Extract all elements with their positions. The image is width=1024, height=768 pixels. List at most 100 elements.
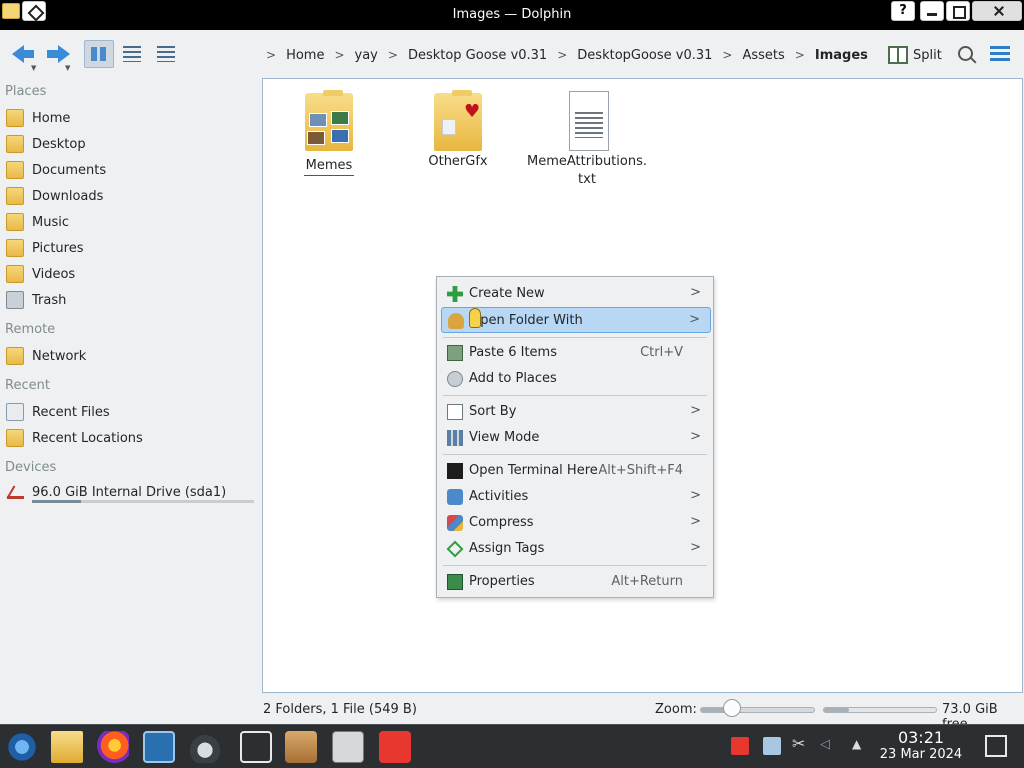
menu-item-label: Add to Places xyxy=(469,371,557,386)
breadcrumb-separator[interactable]: > xyxy=(384,48,408,62)
zoom-slider[interactable] xyxy=(700,707,815,713)
status-bar: 2 Folders, 1 File (549 B) Zoom: 73.0 GiB… xyxy=(0,697,1024,732)
menu-item-label: Create New xyxy=(469,286,545,301)
split-view-icon xyxy=(888,46,908,64)
sidebar-item-music[interactable]: Music xyxy=(6,211,254,233)
sidebar-item-trash[interactable]: Trash xyxy=(6,289,254,311)
sidebar-item-network[interactable]: Network xyxy=(6,345,254,367)
menu-item-paste[interactable]: Paste 6 Items Ctrl+V xyxy=(441,340,711,366)
sidebar-item-videos[interactable]: Videos xyxy=(6,263,254,285)
file-manager-icon[interactable] xyxy=(51,731,83,763)
places-heading: Places xyxy=(5,84,47,99)
file-name: OtherGfx xyxy=(428,154,488,169)
sidebar-item-label: Recent Files xyxy=(32,404,110,420)
breadcrumb-separator[interactable]: > xyxy=(791,48,815,62)
places-panel: Places Home Desktop Documents Downloads … xyxy=(0,78,260,718)
package-icon[interactable] xyxy=(285,731,317,763)
start-menu-icon[interactable] xyxy=(6,731,38,763)
menu-item-create-new[interactable]: Create New > xyxy=(441,281,711,307)
split-button[interactable]: Split xyxy=(888,44,942,66)
sidebar-item-recent-locations[interactable]: Recent Locations xyxy=(6,427,254,449)
scissors-tray-icon[interactable]: ✂ xyxy=(792,734,810,753)
sidebar-item-documents[interactable]: Documents xyxy=(6,159,254,181)
sidebar-item-label: Home xyxy=(32,110,71,126)
sidebar-item-label: Music xyxy=(32,214,69,230)
icons-view-button[interactable] xyxy=(84,40,114,68)
toolbar: ▼ ▼ > Home > yay > Desktop Goose v0.31 >… xyxy=(0,30,1024,78)
hamburger-menu-icon[interactable] xyxy=(990,46,1010,62)
sidebar-item-desktop[interactable]: Desktop xyxy=(6,133,254,155)
sidebar-item-downloads[interactable]: Downloads xyxy=(6,185,254,207)
devices-heading: Devices xyxy=(5,460,57,475)
menu-item-sort-by[interactable]: Sort By > xyxy=(441,399,711,425)
breadcrumb-separator[interactable]: > xyxy=(718,48,742,62)
menu-item-assign-tags[interactable]: Assign Tags > xyxy=(441,536,711,562)
system-settings-icon[interactable] xyxy=(143,731,175,763)
compact-view-button[interactable] xyxy=(118,40,146,68)
breadcrumb-current[interactable]: Images xyxy=(815,48,874,63)
clock[interactable]: 03:21 23 Mar 2024 xyxy=(875,729,967,763)
menu-item-compress[interactable]: Compress > xyxy=(441,510,711,536)
expand-tray-chevron-icon[interactable]: ▲ xyxy=(852,737,870,755)
menu-item-open-terminal[interactable]: Open Terminal Here Alt+Shift+F4 xyxy=(441,458,711,484)
title-bar: Images — Dolphin ? xyxy=(0,0,1024,30)
sidebar-item-label: Network xyxy=(32,348,87,364)
free-space-fill xyxy=(824,708,849,712)
breadcrumb-separator[interactable]: > xyxy=(330,48,354,62)
file-name: Memes xyxy=(303,157,355,176)
sidebar-item-pictures[interactable]: Pictures xyxy=(6,237,254,259)
back-history-chevron-icon[interactable]: ▼ xyxy=(31,64,36,72)
volume-tray-icon[interactable]: ◁ xyxy=(820,737,838,755)
breadcrumb-separator[interactable]: > xyxy=(553,48,577,62)
sidebar-item-recent-files[interactable]: Recent Files xyxy=(6,401,254,423)
search-icon[interactable] xyxy=(956,44,978,66)
file-item-memeattributions[interactable]: MemeAttributions. txt xyxy=(527,89,647,189)
breadcrumb-item[interactable]: Assets xyxy=(742,48,790,63)
menu-item-properties[interactable]: Properties Alt+Return xyxy=(441,569,711,595)
recent-heading: Recent xyxy=(5,378,50,393)
drive-icon xyxy=(6,483,24,501)
breadcrumb-item[interactable]: Home xyxy=(286,48,330,63)
menu-item-open-folder-with[interactable]: Open Folder With > xyxy=(441,307,711,333)
submenu-chevron-icon: > xyxy=(690,285,701,300)
paste-icon xyxy=(447,345,463,361)
file-item-othergfx[interactable]: ♥ OtherGfx xyxy=(398,89,518,171)
menu-item-label: Paste 6 Items xyxy=(469,345,557,360)
breadcrumb-separator[interactable]: > xyxy=(262,48,286,62)
window-switcher-icon[interactable] xyxy=(240,731,272,763)
minimize-button[interactable] xyxy=(920,1,944,21)
submenu-chevron-icon: > xyxy=(690,540,701,555)
zoom-slider-handle[interactable] xyxy=(723,699,742,717)
menu-item-activities[interactable]: Activities > xyxy=(441,484,711,510)
sidebar-item-label: Downloads xyxy=(32,188,104,204)
add-to-places-icon xyxy=(447,371,463,387)
compress-icon xyxy=(447,515,463,531)
hand-pointer-cursor-icon xyxy=(469,308,481,328)
close-button[interactable] xyxy=(972,1,1022,21)
file-item-memes[interactable]: Memes xyxy=(269,89,389,176)
menu-item-view-mode[interactable]: View Mode > xyxy=(441,425,711,451)
help-button[interactable]: ? xyxy=(891,1,915,21)
desktop-goose-icon[interactable] xyxy=(189,731,221,763)
maximize-button[interactable] xyxy=(946,1,970,21)
details-view-button[interactable] xyxy=(152,40,180,68)
show-desktop-icon[interactable] xyxy=(985,735,1007,757)
firefox-icon[interactable] xyxy=(97,731,129,763)
x-terminal-icon[interactable] xyxy=(332,731,364,763)
breadcrumb: > Home > yay > Desktop Goose v0.31 > Des… xyxy=(262,46,874,64)
sidebar-item-label: Desktop xyxy=(32,136,86,152)
breadcrumb-item[interactable]: DesktopGoose v0.31 xyxy=(577,48,718,63)
anydesk-tray-icon[interactable] xyxy=(731,737,749,755)
menu-item-label: Compress xyxy=(469,515,534,530)
properties-icon xyxy=(447,574,463,590)
clipboard-tray-icon[interactable] xyxy=(763,737,781,755)
pictures-folder-icon xyxy=(6,239,24,257)
recent-locations-icon xyxy=(6,429,24,447)
breadcrumb-item[interactable]: Desktop Goose v0.31 xyxy=(408,48,553,63)
breadcrumb-item[interactable]: yay xyxy=(355,48,384,63)
menu-item-label: Open Folder With xyxy=(470,313,583,328)
menu-item-add-to-places[interactable]: Add to Places xyxy=(441,366,711,392)
forward-history-chevron-icon[interactable]: ▼ xyxy=(65,64,70,72)
anydesk-icon[interactable] xyxy=(379,731,411,763)
sidebar-item-home[interactable]: Home xyxy=(6,107,254,129)
